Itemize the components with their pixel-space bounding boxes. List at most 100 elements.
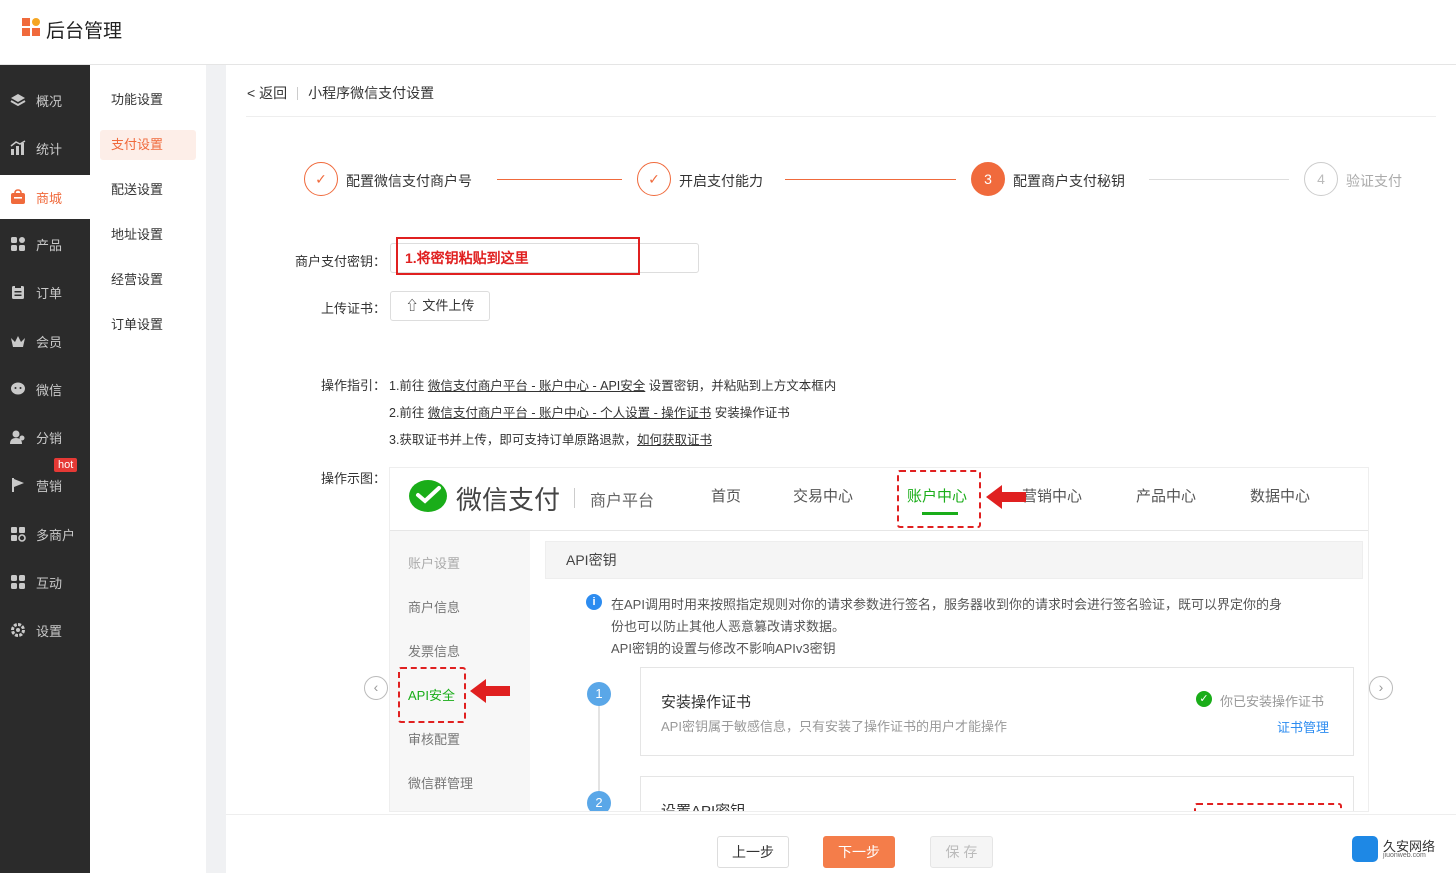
sidebar-item-orders[interactable]: 订单 [0,270,90,314]
order-icon [12,285,24,299]
upload-button-label: 文件上传 [422,298,475,313]
sidebar-item-label: 概况 [36,94,63,109]
how-to-get-cert-link[interactable]: 如何获取证书 [637,433,712,447]
demo-left-item: 发票信息 [408,644,461,659]
wechat-pay-logo-icon [409,480,447,512]
guide-text: 2.前往 [389,406,428,420]
watermark-logo-icon [1352,836,1378,862]
sidebar-item-settings[interactable]: 设置 [0,608,90,652]
file-upload-button[interactable]: ⇧ 文件上传 [390,291,490,321]
demo-nav-marketing: 营销中心 [1022,488,1083,505]
sidebar-item-label: 多商户 [36,528,76,543]
sidebar-item-label: 营销 [36,479,63,494]
subnav-item-order[interactable]: 订单设置 [100,310,196,340]
chart-icon [10,140,26,155]
demo-left-item: 商户信息 [408,600,461,615]
step-1-check-icon: ✓ [304,162,338,196]
timeline-step-2: 2 [587,791,611,811]
demo-nav-home: 首页 [711,488,742,505]
sidebar-item-members[interactable]: 会员 [0,319,90,363]
sidebar-item-label: 订单 [36,286,63,301]
operation-cert-link[interactable]: 微信支付商户平台 - 账户中心 - 个人设置 - 操作证书 [428,406,711,420]
timeline-line [598,700,600,800]
info-text: 在API调用时用来按照指定规则对你的请求参数进行签名，服务器收到你的请求时会进行… [611,597,1282,612]
demo-next-arrow-icon[interactable]: › [1369,676,1393,700]
breadcrumb: < 返回 小程序微信支付设置 [247,83,434,103]
subnav-item-delivery[interactable]: 配送设置 [100,175,196,205]
divider [574,488,575,508]
annotation-dashed-box [897,470,981,528]
gear-icon [11,623,25,637]
demo-nav-data: 数据中心 [1250,488,1311,505]
info-icon: i [586,594,602,610]
guide-line-3: 3.获取证书并上传，即可支持订单原路退款，如何获取证书 [389,429,712,448]
step-4-number: 4 [1304,162,1338,196]
prev-step-button[interactable]: 上一步 [717,836,789,868]
page-title: 小程序微信支付设置 [308,85,435,101]
green-button [1202,811,1334,812]
crown-icon [11,336,25,347]
demo-left-menu: 账户设置 商户信息 发票信息 API安全 审核配置 微信群管理 [390,531,530,811]
watermark: 久安网络 jiuonweb.com [1352,833,1452,867]
sidebar-item-label: 分销 [36,431,63,446]
step-1-label: 配置微信支付商户号 [346,173,472,189]
cert-label: 上传证书： [320,301,386,316]
watermark-url: jiuonweb.com [1383,852,1426,859]
sidebar-item-label: 商城 [36,191,63,206]
sidebar-item-multi-merchant[interactable]: 多商户 [0,512,90,556]
step-3-label: 配置商户支付秘钥 [1013,173,1125,189]
sidebar-item-label: 设置 [36,624,63,639]
card-desc: API密钥属于敏感信息，只有安装了操作证书的用户才能操作 [661,719,1007,734]
demo-nav-trade: 交易中心 [793,488,854,505]
demo-label: 操作示图： [320,471,386,486]
hot-badge: hot [54,458,78,472]
guide-label: 操作指引： [320,378,386,393]
interact-icon [11,575,25,589]
api-security-link[interactable]: 微信支付商户平台 - 账户中心 - API安全 [428,379,645,393]
guide-text: 设置密钥，并粘贴到上方文本框内 [645,379,837,393]
annotation-dashed-box [398,667,466,723]
subnav-item-business[interactable]: 经营设置 [100,265,196,295]
card-title: 安装操作证书 [661,694,752,711]
guide-text: 1.前往 [389,379,428,393]
sidebar-item-overview[interactable]: 概况 [0,78,90,122]
guide-line-1: 1.前往 微信支付商户平台 - 账户中心 - API安全 设置密钥，并粘贴到上方… [389,375,836,394]
step-3-number: 3 [971,162,1005,196]
dashboard-icon [10,94,26,107]
sidebar-item-distribution[interactable]: 分销 [0,415,90,459]
upload-icon: ⇧ [405,298,419,313]
next-step-button[interactable]: 下一步 [823,836,895,868]
step-2-check-icon: ✓ [637,162,671,196]
info-text: 份也可以防止其他人恶意篡改请求数据。 [611,619,846,634]
sidebar-item-label: 微信 [36,383,63,398]
sidebar-item-store[interactable]: 商城 [0,175,90,219]
subnav-item-payment[interactable]: 支付设置 [100,130,196,160]
demo-panel-title: API密钥 [545,541,1363,579]
sidebar-item-stats[interactable]: 统计 [0,126,90,170]
subnav-item-function[interactable]: 功能设置 [100,85,196,115]
demo-prev-arrow-icon[interactable]: ‹ [364,676,388,700]
check-circle-icon: ✓ [1196,691,1212,707]
annotation-text: 1.将密钥粘贴到这里 [405,250,529,266]
subnav-item-address[interactable]: 地址设置 [100,220,196,250]
step-connector [1149,179,1289,180]
sidebar-item-products[interactable]: 产品 [0,222,90,266]
sub-sidebar: 功能设置 支付设置 配送设置 地址设置 经营设置 订单设置 [90,65,206,873]
merchant-icon [11,527,26,542]
sidebar-item-label: 会员 [36,335,63,350]
save-button[interactable]: 保 存 [930,836,993,868]
divider [246,116,1436,117]
card-title: 设置API密钥 [661,803,746,812]
sidebar-item-label: 互动 [36,576,63,591]
sidebar-item-interaction[interactable]: 互动 [0,560,90,604]
step-connector [785,179,956,180]
app-title: 后台管理 [46,21,123,42]
demo-left-item: 账户设置 [408,556,461,571]
cert-card: 安装操作证书 API密钥属于敏感信息，只有安装了操作证书的用户才能操作 ✓ 你已… [640,667,1354,756]
back-link[interactable]: < 返回 [247,85,287,101]
wechat-pay-brand: 微信支付 [456,485,561,515]
store-icon [11,189,25,204]
merchant-key-label: 商户支付密钥： [294,254,386,269]
flag-icon [12,478,24,492]
sidebar-item-wechat[interactable]: 微信 [0,367,90,411]
